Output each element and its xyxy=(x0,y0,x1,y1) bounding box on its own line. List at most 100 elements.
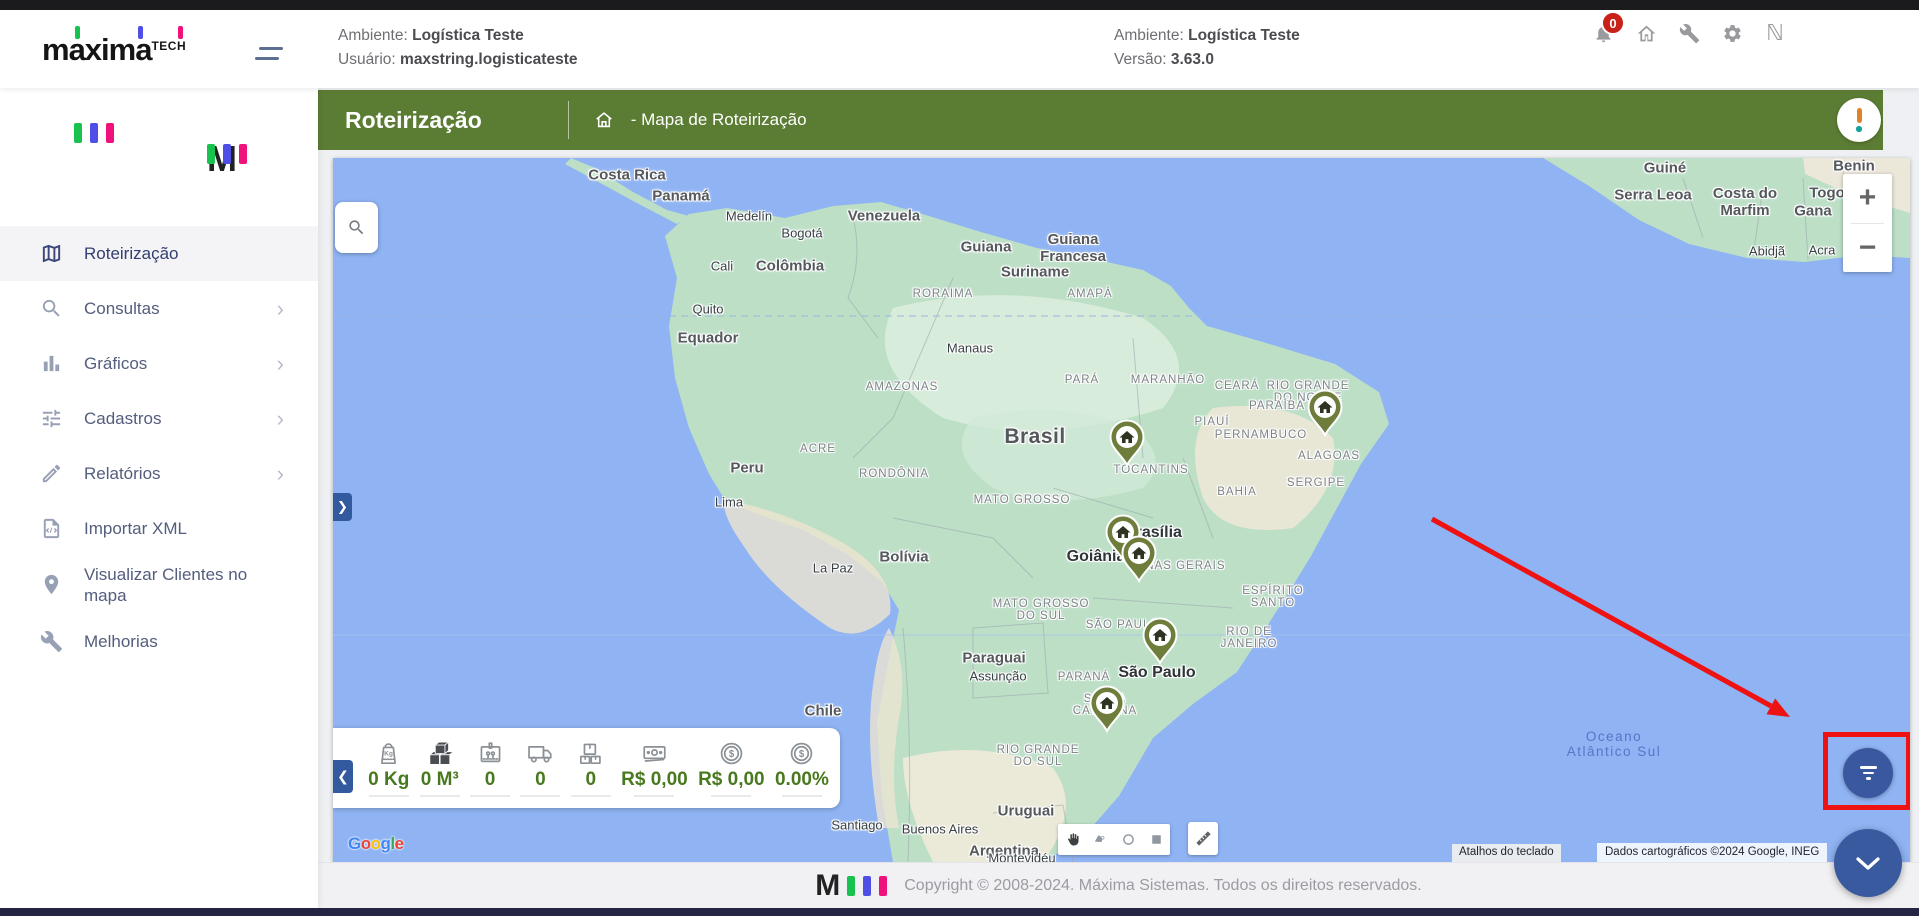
filter-button[interactable] xyxy=(1843,748,1893,798)
map-icon xyxy=(40,242,64,266)
map-marker-pin[interactable] xyxy=(1087,685,1127,734)
weight-icon: Kg xyxy=(374,738,403,768)
expand-panel-button[interactable] xyxy=(1834,829,1902,897)
stat-value: R$ 0,00 xyxy=(698,769,765,790)
stat-value: 0 xyxy=(585,769,597,790)
sidebar-item-graficos[interactable]: Gráficos › xyxy=(0,336,318,391)
sidebar-item-melhorias[interactable]: Melhorias xyxy=(0,614,318,669)
ambiente-label: Ambiente: xyxy=(1114,27,1184,44)
wrench-icon[interactable] xyxy=(1678,22,1700,44)
maxima-tech-logo: maximaTECH xyxy=(42,26,212,72)
sidebar-item-label: Cadastros xyxy=(84,409,162,428)
pan-hand-icon[interactable] xyxy=(1058,824,1086,855)
sidebar-item-label: Gráficos xyxy=(84,354,148,373)
stat-value: 0 xyxy=(484,769,496,790)
chart-icon xyxy=(40,352,64,376)
svg-text:$: $ xyxy=(799,749,805,760)
page-header-bar: Roteirização - Mapa de Roteirização xyxy=(318,90,1883,150)
stat-item: R$ 0,00 xyxy=(616,738,693,797)
stat-value: 0 Kg xyxy=(368,769,410,790)
sidebar-item-label: Visualizar Clientes no mapa xyxy=(84,565,248,605)
stat-item: 0 xyxy=(566,738,616,797)
google-logo: Google xyxy=(348,834,404,853)
wrench-icon xyxy=(40,630,64,654)
keyboard-shortcuts-link[interactable]: Atalhos do teclado xyxy=(1452,844,1561,862)
routing-map[interactable]: Costa Rica Panamá Medelín Bogotá Venezuela Gu… xyxy=(333,158,1910,862)
chevron-down-icon xyxy=(1856,856,1880,870)
ambiente-value: Logística Teste xyxy=(412,27,524,44)
chevron-right-icon: › xyxy=(276,350,284,376)
stat-item: 0 M³ xyxy=(415,738,465,797)
versao-label: Versão: xyxy=(1114,51,1167,68)
usuario-value: maxstring.logisticateste xyxy=(400,51,578,68)
polygon-draw-icon[interactable] xyxy=(1086,824,1114,855)
sidebar-item-visualizar-clientes-no-mapa[interactable]: Visualizar Clientes no mapa xyxy=(0,556,318,614)
sidebar-item-label: Relatórios xyxy=(84,464,161,483)
svg-text:$: $ xyxy=(729,749,735,760)
stat-item: $0.00% xyxy=(770,738,834,797)
logo-suffix: TECH xyxy=(151,39,187,53)
box-icon xyxy=(476,738,505,768)
map-marker-pin[interactable] xyxy=(1140,617,1180,666)
sidebar-item-importar-xml[interactable]: Importar XML xyxy=(0,501,318,556)
sidebar-item-roteirizacao[interactable]: Roteirização xyxy=(0,226,318,281)
logo-bars-icon xyxy=(847,875,888,896)
stat-item: Kg 0 Kg xyxy=(363,738,415,797)
app-footer: M Copyright © 2008-2024. Máxima Sistemas… xyxy=(318,862,1919,908)
hamburger-menu-icon[interactable] xyxy=(255,44,283,62)
home-icon[interactable] xyxy=(1635,22,1657,44)
svg-text:Kg: Kg xyxy=(384,750,393,757)
stat-value: 0 xyxy=(535,769,546,790)
search-icon xyxy=(40,297,64,321)
usuario-label: Usuário: xyxy=(338,51,396,68)
map-marker-pin[interactable] xyxy=(1107,419,1147,468)
totals-panel-toggle[interactable]: ❮ xyxy=(333,760,353,793)
footer-navy-strip xyxy=(0,908,1919,916)
stat-item: 0 xyxy=(515,738,565,797)
main-content: Roteirização - Mapa de Roteirização Cost… xyxy=(318,88,1919,916)
stat-item: 0 xyxy=(465,738,515,797)
stat-value: 0.00% xyxy=(774,769,829,790)
side-panel-toggle[interactable]: ❯ xyxy=(333,493,352,521)
zoom-in-button[interactable]: + xyxy=(1843,174,1892,223)
bell-icon[interactable]: 0 xyxy=(1592,11,1625,44)
page-title: Roteirização xyxy=(345,106,482,133)
sidebar: M Roteirização Consultas › Gráficos › Cadastr… xyxy=(0,88,318,908)
gear-icon[interactable] xyxy=(1721,22,1743,44)
zoom-out-button[interactable]: − xyxy=(1843,224,1892,273)
m-logo: M xyxy=(815,868,840,902)
home-icon[interactable] xyxy=(593,109,615,131)
sidebar-item-label: Roteirização xyxy=(84,244,179,263)
app-header: maximaTECH Ambiente: Logística Teste Usu… xyxy=(0,10,1919,88)
ambiente-label: Ambiente: xyxy=(338,27,408,44)
chevron-right-icon: › xyxy=(276,460,284,486)
map-marker-pin[interactable] xyxy=(1305,389,1345,438)
stat-value: R$ 0,00 xyxy=(621,769,688,790)
ambiente-value: Logística Teste xyxy=(1188,27,1300,44)
rectangle-draw-icon[interactable] xyxy=(1142,824,1170,855)
environment-info-right: Ambiente: Logística Teste Versão: 3.63.0 xyxy=(1114,24,1300,72)
sidebar-item-relatorios[interactable]: Relatórios › xyxy=(0,446,318,501)
sidebar-item-consultas[interactable]: Consultas › xyxy=(0,281,318,336)
versao-value: 3.63.0 xyxy=(1170,51,1214,68)
breadcrumb: - Mapa de Roteirização xyxy=(630,110,807,129)
truck-icon xyxy=(526,738,555,768)
measure-ruler-icon[interactable] xyxy=(1188,822,1218,855)
map-marker-pin[interactable] xyxy=(1119,535,1159,584)
top-black-strip xyxy=(0,0,1919,10)
logo-tick-blue xyxy=(138,26,143,39)
percent-coin-icon: $ xyxy=(787,738,816,768)
sidebar-item-cadastros[interactable]: Cadastros › xyxy=(0,391,318,446)
copyright-text: Copyright © 2008-2024. Máxima Sistemas. … xyxy=(904,876,1422,894)
circle-draw-icon[interactable] xyxy=(1114,824,1142,855)
chevron-right-icon: › xyxy=(276,295,284,321)
map-search-button[interactable] xyxy=(335,202,378,253)
alert-button[interactable] xyxy=(1837,98,1881,142)
stat-item: $ R$ 0,00 xyxy=(693,738,770,797)
coin-icon: $ xyxy=(717,738,746,768)
sidebar-logo: M xyxy=(0,88,318,200)
sliders-icon xyxy=(40,407,64,431)
logo-tick-pink xyxy=(178,26,183,39)
n-icon[interactable]: ℕ xyxy=(1764,22,1786,44)
notification-badge: 0 xyxy=(1601,11,1625,35)
